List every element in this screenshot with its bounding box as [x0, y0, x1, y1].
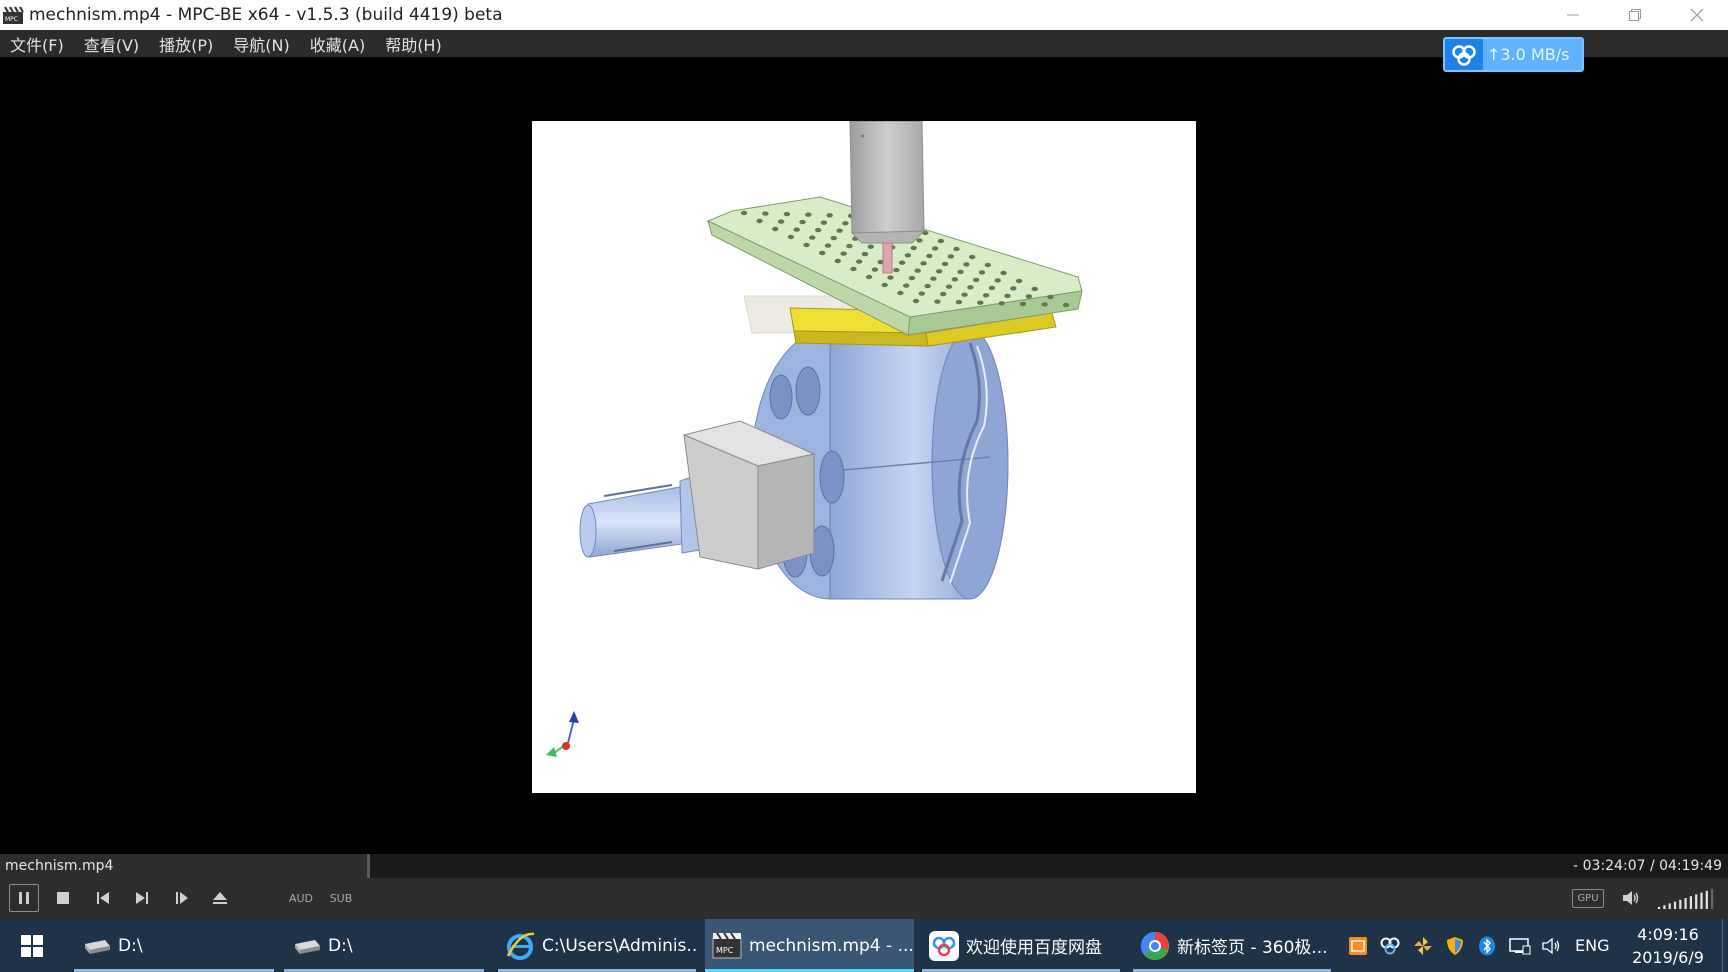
- previous-button[interactable]: [92, 884, 114, 912]
- minimize-icon: [1567, 14, 1579, 16]
- frame-step-button[interactable]: [171, 884, 193, 912]
- drive-icon: [80, 930, 112, 962]
- input-language[interactable]: ENG: [1575, 919, 1609, 972]
- volume-bar: [1668, 903, 1671, 909]
- restore-button[interactable]: [1604, 0, 1666, 30]
- taskbar-item-baidu[interactable]: 欢迎使用百度网盘: [922, 919, 1120, 972]
- windows-logo-icon: [21, 934, 43, 957]
- taskbar-item-ie[interactable]: C:\Users\Adminis...: [498, 919, 696, 972]
- gpu-indicator[interactable]: GPU: [1572, 889, 1604, 908]
- stop-icon: [57, 892, 69, 904]
- start-button[interactable]: [10, 919, 54, 972]
- video-frame[interactable]: [532, 121, 1196, 793]
- volume-bar: [1658, 907, 1661, 909]
- stop-button[interactable]: [52, 884, 74, 912]
- eject-button[interactable]: [209, 884, 231, 912]
- volume-bar: [1711, 889, 1714, 909]
- menu-help[interactable]: 帮助(H): [385, 32, 442, 56]
- taskbar-item-explorer-2[interactable]: D:\: [284, 919, 484, 972]
- mechanism-animation-frame: [546, 121, 1083, 757]
- drive-icon: [290, 930, 322, 962]
- volume-slider[interactable]: [1656, 888, 1718, 910]
- taskbar-item-label: 欢迎使用百度网盘: [966, 938, 1102, 958]
- volume-bar: [1684, 898, 1687, 909]
- mpc-icon: MPC: [711, 930, 743, 962]
- taskbar-item-label: 新标签页 - 360极...: [1177, 938, 1328, 958]
- speaker-icon: [1623, 891, 1639, 905]
- title-bar[interactable]: MPC mechnism.mp4 - MPC-BE x64 - v1.5.3 (…: [0, 0, 1728, 30]
- volume-bar: [1663, 905, 1666, 909]
- clock-time: 4:09:16: [1637, 925, 1699, 944]
- audio-track-button[interactable]: AUD: [288, 884, 314, 912]
- pause-icon: [19, 892, 29, 904]
- taskbar-item-label: mechnism.mp4 - ...: [749, 935, 914, 956]
- shield-icon: [1447, 936, 1463, 955]
- status-bar: mechnism.mp4 - 03:24:07 / 04:19:49: [0, 854, 1728, 878]
- menu-play[interactable]: 播放(P): [159, 32, 213, 56]
- upload-speed-widget[interactable]: ↑3.0 MB/s: [1443, 37, 1584, 72]
- status-filename: mechnism.mp4: [5, 858, 114, 874]
- next-button[interactable]: [131, 884, 153, 912]
- skip-previous-icon: [97, 892, 109, 904]
- upload-speed-value: ↑3.0 MB/s: [1483, 39, 1582, 70]
- frame-step-icon: [176, 892, 188, 904]
- taskbar-item-360-browser[interactable]: 新标签页 - 360极...: [1133, 919, 1331, 972]
- minimize-button[interactable]: [1542, 0, 1604, 30]
- volume-bar: [1695, 894, 1698, 909]
- volume-bar: [1679, 899, 1682, 909]
- volume-bar: [1689, 896, 1692, 909]
- svg-text:MPC: MPC: [5, 16, 18, 23]
- system-clock[interactable]: 4:09:16 2019/6/9: [1628, 923, 1708, 969]
- taskbar-item-label: D:\: [328, 935, 353, 956]
- tray-volume[interactable]: [1539, 919, 1565, 972]
- playback-controls: AUD SUB GPU: [0, 878, 1728, 919]
- eject-icon: [213, 892, 227, 904]
- seek-bar[interactable]: mechnism.mp4: [0, 854, 370, 878]
- tray-security[interactable]: [1442, 919, 1468, 972]
- menu-view[interactable]: 查看(V): [84, 32, 139, 56]
- tray-baidu[interactable]: [1377, 919, 1403, 972]
- status-time: - 03:24:07 / 04:19:49: [1573, 858, 1722, 874]
- 360-browser-icon: [1139, 930, 1171, 962]
- baidu-netdisk-icon: [928, 930, 960, 962]
- tray-network[interactable]: [1506, 919, 1534, 972]
- menu-file[interactable]: 文件(F): [10, 32, 64, 56]
- taskbar-item-explorer-1[interactable]: D:\: [74, 919, 274, 972]
- restore-icon: [1629, 9, 1641, 21]
- taskbar: D:\ D:\ C:\Users\Adminis... MPC mechnism…: [0, 919, 1728, 972]
- taskbar-item-label: D:\: [118, 935, 143, 956]
- mpc-app-icon[interactable]: MPC: [2, 4, 24, 26]
- menu-navigate[interactable]: 导航(N): [233, 32, 289, 56]
- orange-app-icon: [1349, 936, 1367, 955]
- show-desktop-button[interactable]: [1722, 919, 1728, 972]
- tray-app-icon[interactable]: [1345, 919, 1371, 972]
- clock-date: 2019/6/9: [1632, 948, 1704, 967]
- ie-icon: [504, 930, 536, 962]
- subtitle-button[interactable]: SUB: [328, 884, 354, 912]
- window-title: mechnism.mp4 - MPC-BE x64 - v1.5.3 (buil…: [29, 5, 503, 25]
- mute-button[interactable]: [1620, 884, 1642, 912]
- menu-favorites[interactable]: 收藏(A): [310, 32, 365, 56]
- media-player-window: MPC mechnism.mp4 - MPC-BE x64 - v1.5.3 (…: [0, 0, 1728, 972]
- volume-bar: [1705, 890, 1708, 909]
- baidu-netdisk-icon: [1445, 39, 1483, 70]
- network-icon: [1509, 937, 1531, 954]
- speaker-icon: [1542, 937, 1560, 954]
- tray-pinwheel[interactable]: [1410, 919, 1436, 972]
- close-icon: [1690, 8, 1704, 22]
- taskbar-item-label: C:\Users\Adminis...: [542, 935, 696, 956]
- bluetooth-icon: [1479, 936, 1495, 955]
- volume-bar: [1700, 892, 1703, 909]
- pinwheel-icon: [1414, 936, 1432, 955]
- taskbar-item-mpc[interactable]: MPC mechnism.mp4 - ...: [705, 919, 914, 972]
- pause-button[interactable]: [9, 884, 39, 912]
- tray-bluetooth[interactable]: [1474, 919, 1500, 972]
- volume-bar: [1673, 901, 1677, 909]
- baidu-netdisk-icon: [1380, 937, 1400, 954]
- svg-text:MPC: MPC: [716, 946, 734, 955]
- skip-next-icon: [136, 892, 148, 904]
- close-button[interactable]: [1666, 0, 1728, 30]
